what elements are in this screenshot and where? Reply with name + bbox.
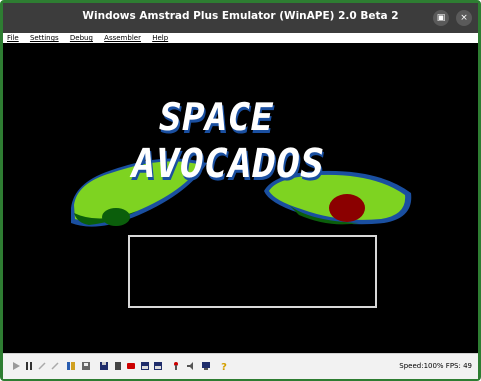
joystick-icon[interactable]	[171, 361, 181, 371]
menu-file[interactable]: File	[7, 33, 19, 43]
status-toolbar: ? Speed:100% FPS: 49	[3, 353, 478, 379]
menu-help[interactable]: Help	[152, 33, 168, 43]
menu-debug[interactable]: Debug	[70, 33, 93, 43]
svg-text:?: ?	[221, 362, 227, 371]
disk-icon[interactable]	[81, 361, 91, 371]
speaker-icon[interactable]	[186, 361, 196, 371]
speed-fps-readout: Speed:100% FPS: 49	[399, 362, 472, 370]
step-icon[interactable]	[37, 361, 47, 371]
save-icon[interactable]	[99, 361, 109, 371]
pause-icon[interactable]	[24, 361, 34, 371]
play-icon[interactable]	[11, 361, 21, 371]
tape-icon[interactable]	[66, 361, 76, 371]
help-icon[interactable]: ?	[219, 361, 229, 371]
step-over-icon[interactable]	[50, 361, 60, 371]
title-bar[interactable]: Windows Amstrad Plus Emulator (WinAPE) 2…	[3, 3, 478, 33]
menu-settings[interactable]: Settings	[30, 33, 59, 43]
title-line2: AVOCADOS	[127, 140, 328, 187]
floppy-icon[interactable]	[113, 361, 123, 371]
maximize-button[interactable]: ▣	[433, 10, 449, 26]
left-border	[3, 43, 19, 353]
disk-drive-b-icon[interactable]	[153, 361, 163, 371]
game-title: SPACE SPACE AVOCADOS AVOCADOS	[127, 95, 329, 190]
monitor-icon[interactable]	[201, 361, 211, 371]
window-title: Windows Amstrad Plus Emulator (WinAPE) 2…	[82, 10, 399, 22]
game-graphics: SPACE SPACE AVOCADOS AVOCADOS	[71, 95, 412, 308]
menu-bar: File Settings Debug Assembler Help	[3, 33, 478, 43]
record-icon[interactable]	[126, 361, 136, 371]
close-button[interactable]: ×	[456, 10, 472, 26]
menu-assembler[interactable]: Assembler	[104, 33, 141, 43]
emulator-screen[interactable]: SPACE SPACE AVOCADOS AVOCADOS	[19, 43, 478, 353]
disk-drive-a-icon[interactable]	[140, 361, 150, 371]
empty-text-box	[128, 235, 377, 308]
title-line1: SPACE	[155, 95, 277, 140]
